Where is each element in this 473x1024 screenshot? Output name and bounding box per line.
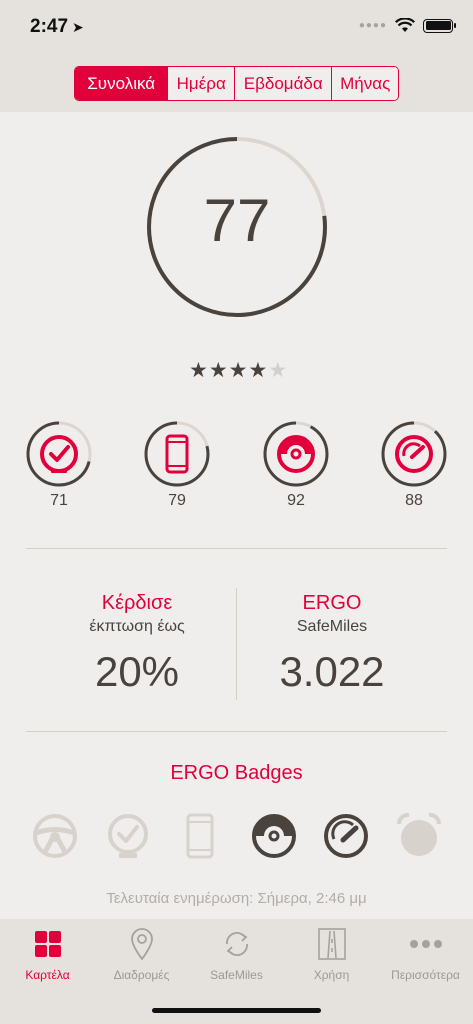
tab-label: Περισσότερα [391,968,460,982]
category-score: 79 [168,492,186,509]
period-segmented-control: Συνολικά Ημέρα Εβδομάδα Μήνας [74,66,399,101]
overall-score: 77 [203,187,271,254]
brake-disc-icon [263,421,329,487]
segment-month[interactable]: Μήνας [332,67,398,100]
header: 2:47 ➤ ●●●● Συνολικά Ημέρα Εβδομάδα Μήνας [0,0,473,112]
star-icon: ★ [228,359,248,382]
promo-title: ERGO [302,592,362,614]
discount-value: 20% [94,648,180,695]
category-score: 92 [287,492,305,509]
promo-title: Κέρδισε [101,592,173,614]
segment-day[interactable]: Ημέρα [168,67,236,100]
star-rating: ★ ★ ★ ★ ★ [189,358,287,383]
speedometer-badge-icon[interactable] [322,812,370,860]
tab-routes[interactable]: Διαδρομές [94,927,189,982]
time-label: 2:47 [30,16,69,37]
star-icon: ★ [208,359,228,382]
home-indicator [152,1008,321,1013]
more-dots-icon [409,940,442,948]
refresh-cycle-icon [225,932,248,956]
safemiles-promo[interactable]: ERGO SafeMiles 3.022 [232,592,432,696]
star-icon: ★ [268,359,288,382]
map-pin-icon [130,928,153,961]
category-phone[interactable]: 79 [143,420,211,510]
badges-title: ERGO Badges [170,762,303,784]
discount-promo[interactable]: Κέρδισε έκπτωση έως 20% [37,592,237,696]
promo-subtitle: έκπτωση έως [89,618,185,635]
signal-icon: ●●●● [358,20,387,31]
tab-more[interactable]: Περισσότερα [378,927,473,982]
divider [26,731,447,732]
segment-total[interactable]: Συνολικά [75,67,169,100]
category-speed[interactable]: 88 [380,420,448,510]
dashboard-grid-icon [34,931,61,957]
category-score: 71 [50,492,68,509]
tab-label: SafeMiles [210,968,263,982]
category-score: 88 [405,492,423,509]
stopwatch-check-badge-icon[interactable] [104,812,152,860]
stopwatch-check-icon [26,421,92,487]
tab-safemiles[interactable]: SafeMiles [189,927,284,982]
speedometer-icon [381,421,447,487]
category-attention[interactable]: 71 [25,420,93,510]
tab-label: Καρτέλα [25,968,70,982]
location-arrow-icon: ➤ [72,19,84,35]
road-icon [317,928,346,960]
star-icon: ★ [248,359,268,382]
tab-dashboard[interactable]: Καρτέλα [0,927,95,982]
status-time: 2:47 ➤ [30,16,84,38]
promo-subtitle: SafeMiles [296,618,368,635]
wifi-icon [395,18,415,32]
battery-icon [423,18,456,33]
safemiles-value: 3.022 [279,648,385,695]
star-icon: ★ [189,359,208,382]
segment-week[interactable]: Εβδομάδα [235,67,333,100]
tab-label: Χρήση [313,968,350,982]
phone-icon [144,421,210,487]
brake-disc-badge-icon[interactable] [250,812,298,860]
phone-badge-icon[interactable] [176,812,224,860]
alarm-clock-badge-icon[interactable] [395,812,443,860]
category-braking[interactable]: 92 [262,420,330,510]
last-updated: Τελευταία ενημέρωση: Σήμερα, 2:46 μμ [106,890,367,907]
steering-wheel-badge-icon[interactable] [31,812,79,860]
tab-label: Διαδρομές [113,968,170,982]
tab-usage[interactable]: Χρήση [284,927,379,982]
divider [26,548,447,549]
status-indicators: ●●●● [358,18,456,33]
